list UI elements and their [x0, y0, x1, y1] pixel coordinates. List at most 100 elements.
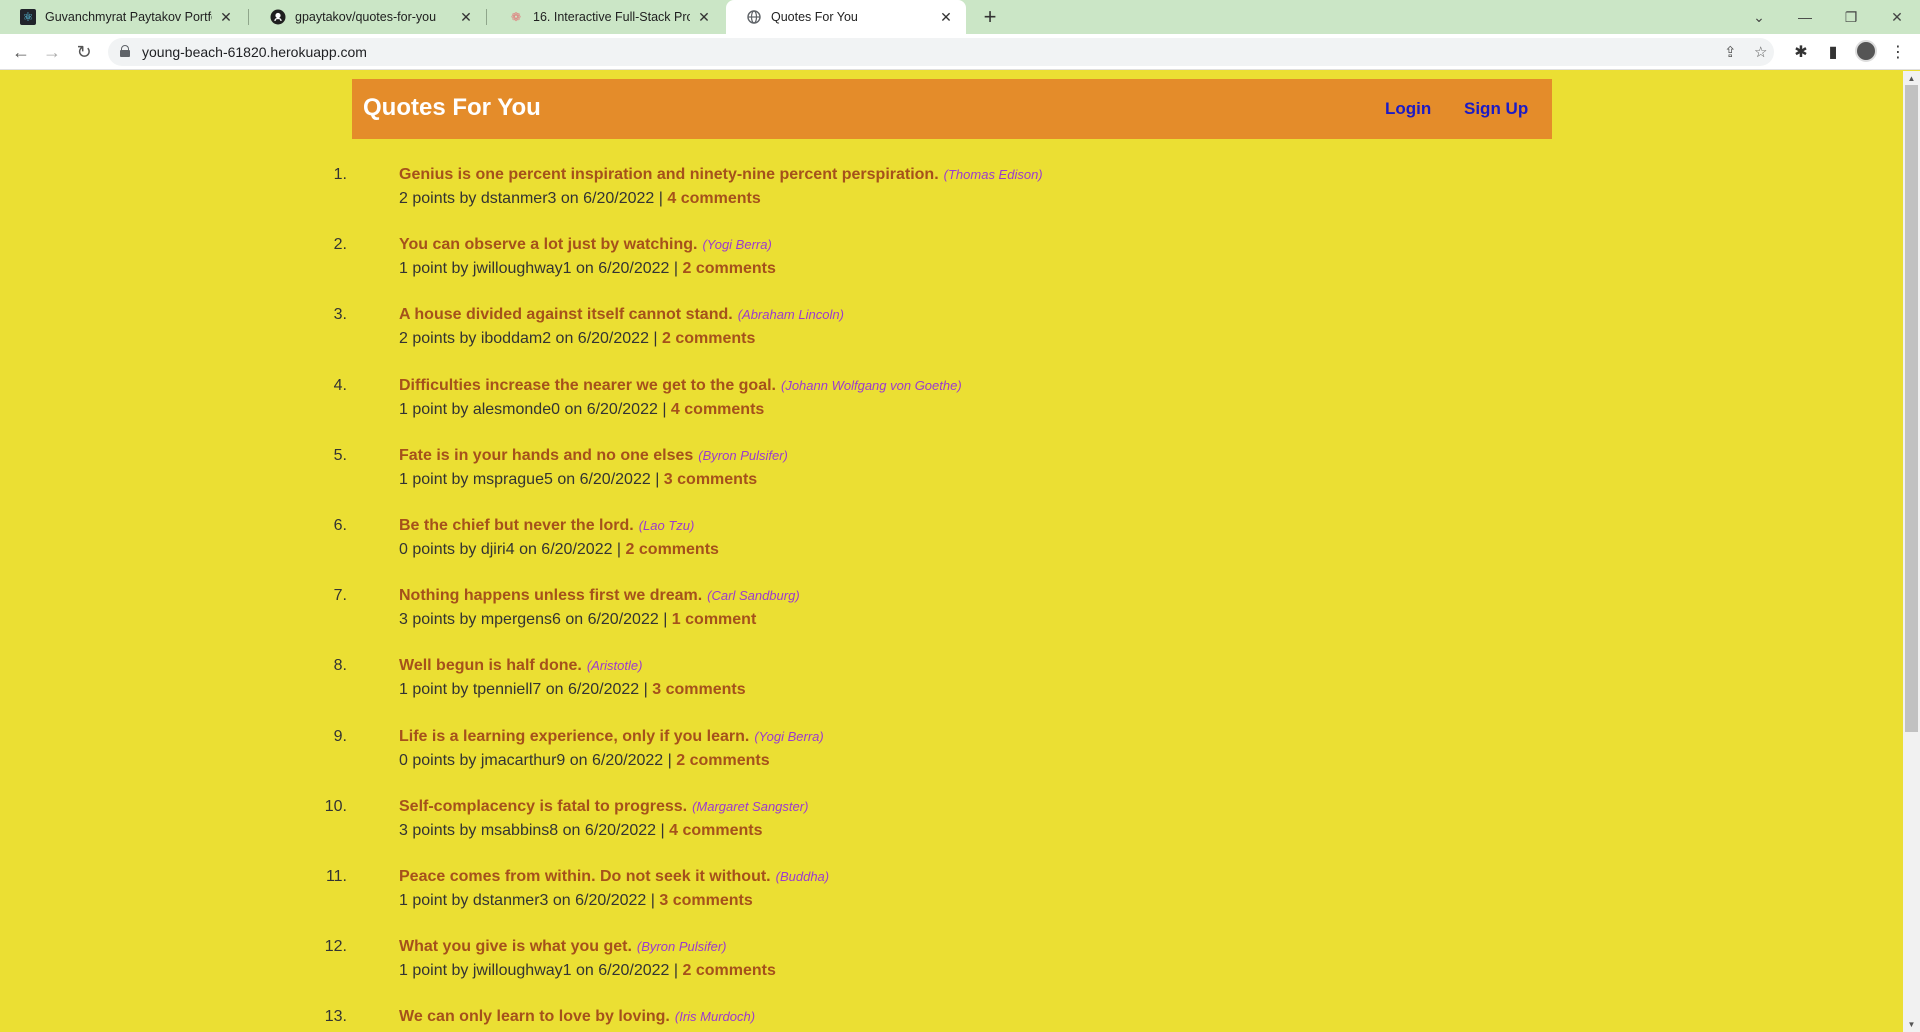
list-item: 4. Difficulties increase the nearer we g… [334, 374, 1552, 444]
item-number: 2. [333, 236, 347, 254]
comments-link[interactable]: 2 comments [682, 962, 775, 979]
quote-link[interactable]: Life is a learning experience, only if y… [399, 728, 749, 745]
tab-search-icon[interactable]: ⌄ [1736, 0, 1782, 34]
close-icon[interactable]: ✕ [218, 9, 234, 26]
quote-author: (Yogi Berra) [702, 237, 772, 253]
list-item: 11. Peace comes from within. Do not seek… [326, 865, 1552, 935]
tab-strip: ⚛ Guvanchmyrat Paytakov Portfolio ✕ gpay… [0, 0, 1920, 34]
list-item: 12. What you give is what you get. (Byron… [325, 935, 1552, 1005]
tab-divider [486, 9, 487, 25]
reload-icon[interactable]: ↻ [70, 38, 98, 66]
restore-icon[interactable]: ❐ [1828, 0, 1874, 34]
comments-link[interactable]: 3 comments [652, 681, 745, 698]
quote-author: (Byron Pulsifer) [698, 447, 788, 463]
quote-meta: 1 point by alesmonde0 on 6/20/2022 | [399, 400, 667, 418]
quote-author: (Byron Pulsifer) [636, 939, 727, 955]
comments-link[interactable]: 2 comments [626, 541, 719, 558]
tab-portfolio[interactable]: ⚛ Guvanchmyrat Paytakov Portfolio ✕ [0, 0, 246, 34]
quote-meta: 2 points by iboddam2 on 6/20/2022 | [399, 330, 658, 348]
minimize-icon[interactable]: — [1782, 0, 1828, 34]
comments-link[interactable]: 1 comment [672, 611, 756, 628]
page-scrollbar[interactable]: ▲ ▼ [1903, 71, 1920, 1032]
quote-link[interactable]: A house divided against itself cannot st… [399, 306, 733, 323]
forward-icon[interactable]: → [38, 38, 66, 66]
quote-link[interactable]: Peace comes from within. Do not seek it … [399, 868, 771, 885]
quote-meta: 3 points by msabbins8 on 6/20/2022 | [399, 821, 665, 839]
list-item: 2. You can observe a lot just by watchin… [334, 233, 1552, 303]
tab-title: 16. Interactive Full-Stack Project: [533, 10, 690, 24]
quote-author: (Carl Sandburg) [707, 588, 800, 604]
profile-avatar[interactable] [1855, 40, 1877, 62]
list-item: 5. Fate is in your hands and no one else… [334, 444, 1552, 514]
side-panel-icon[interactable]: ▮ [1819, 38, 1847, 66]
scroll-thumb[interactable] [1905, 85, 1918, 732]
menu-icon[interactable]: ⋮ [1884, 38, 1912, 66]
item-number: 13. [324, 1008, 347, 1026]
signup-link[interactable]: Sign Up [1464, 99, 1528, 119]
scroll-up-icon[interactable]: ▲ [1906, 73, 1917, 84]
new-tab-button[interactable]: + [976, 3, 1004, 31]
login-link[interactable]: Login [1385, 99, 1431, 119]
quote-link[interactable]: Genius is one percent inspiration and ni… [399, 166, 939, 183]
quote-author: (Yogi Berra) [754, 728, 824, 744]
quote-author: (Johann Wolfgang von Goethe) [781, 377, 962, 393]
quote-link[interactable]: Be the chief but never the lord. [399, 517, 634, 534]
comments-link[interactable]: 2 comments [676, 752, 769, 769]
close-window-icon[interactable]: ✕ [1874, 0, 1920, 34]
quote-link[interactable]: Self-complacency is fatal to progress. [399, 798, 687, 815]
url-text[interactable]: young-beach-61820.herokuapp.com [142, 44, 367, 60]
comments-link[interactable]: 3 comments [664, 471, 757, 488]
list-item: 1. Genius is one percent inspiration and… [334, 163, 1552, 233]
comments-link[interactable]: 2 comments [682, 260, 775, 277]
comments-link[interactable]: 4 comments [667, 190, 760, 207]
quote-link[interactable]: Difficulties increase the nearer we get … [399, 377, 776, 394]
tab-title: gpaytakov/quotes-for-you [295, 10, 437, 24]
comments-link[interactable]: 2 comments [662, 330, 755, 347]
react-icon: ⚛ [20, 9, 36, 25]
quote-meta: 1 point by jwilloughway1 on 6/20/2022 | [399, 962, 679, 980]
tab-github[interactable]: gpaytakov/quotes-for-you ✕ [250, 0, 486, 34]
tab-course[interactable]: ❁ 16. Interactive Full-Stack Project: ✕ [488, 0, 724, 34]
quote-link[interactable]: Fate is in your hands and no one elses [399, 447, 693, 464]
back-icon[interactable]: ← [7, 38, 35, 66]
quote-author: (Buddha) [775, 868, 830, 884]
extensions-icon[interactable]: ✱ [1787, 38, 1815, 66]
quote-meta: 2 points by dstanmer3 on 6/20/2022 | [399, 190, 663, 207]
close-icon[interactable]: ✕ [458, 9, 474, 26]
quote-author: (Lao Tzu) [638, 517, 695, 533]
scroll-down-icon[interactable]: ▼ [1906, 1019, 1917, 1030]
item-number: 3. [333, 306, 347, 324]
globe-icon [746, 9, 762, 25]
site-title[interactable]: Quotes For You [363, 94, 541, 122]
close-icon[interactable]: ✕ [696, 9, 712, 26]
item-number: 5. [333, 446, 347, 464]
tab-quotes-for-you[interactable]: Quotes For You ✕ [726, 0, 966, 34]
list-item: 7. Nothing happens unless first we dream… [334, 584, 1552, 654]
quote-link[interactable]: Well begun is half done. [399, 657, 582, 674]
comments-link[interactable]: 4 comments [671, 401, 764, 418]
share-icon[interactable]: ⇪ [1724, 43, 1737, 61]
toolbar: ← → ↻ young-beach-61820.herokuapp.com ⇪ … [0, 34, 1920, 70]
item-number: 11. [325, 867, 347, 885]
address-bar[interactable]: young-beach-61820.herokuapp.com ⇪ ☆ [108, 38, 1774, 66]
quote-author: (Abraham Lincoln) [737, 307, 844, 323]
quote-meta: 1 point by msprague5 on 6/20/2022 | [399, 470, 660, 488]
comments-link[interactable]: 4 comments [669, 822, 762, 839]
quote-author: (Iris Murdoch) [674, 1009, 756, 1025]
item-number: 4. [333, 376, 347, 394]
close-icon[interactable]: ✕ [938, 9, 954, 26]
comments-link[interactable]: 3 comments [659, 892, 752, 909]
quote-author: (Thomas Edison) [943, 167, 1043, 182]
list-item: 13. We can only learn to love by loving.… [325, 1005, 1552, 1032]
quote-link[interactable]: Nothing happens unless first we dream. [399, 587, 702, 604]
item-number: 8. [333, 657, 347, 675]
item-number: 1. [333, 166, 347, 183]
quote-link[interactable]: We can only learn to love by loving. [399, 1008, 670, 1025]
item-number: 12. [324, 938, 347, 956]
list-item: 6. Be the chief but never the lord. (Lao … [334, 514, 1552, 584]
quote-link[interactable]: You can observe a lot just by watching. [399, 236, 697, 253]
bookmark-star-icon[interactable]: ☆ [1754, 43, 1767, 61]
quote-link[interactable]: What you give is what you get. [399, 938, 632, 955]
course-icon: ❁ [510, 10, 522, 24]
quote-meta: 3 points by mpergens6 on 6/20/2022 | [399, 611, 668, 629]
